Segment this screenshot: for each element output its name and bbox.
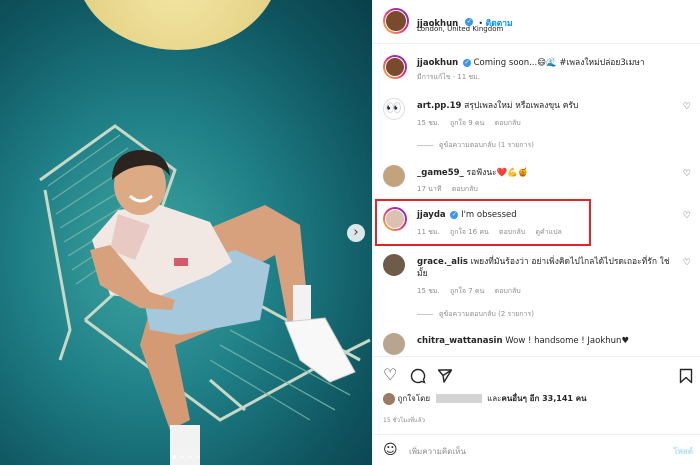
comment-like-heart-icon[interactable]: ♡ — [683, 211, 691, 221]
comment-time[interactable]: 15 ชม. — [417, 119, 440, 127]
post-media[interactable]: › — [0, 0, 372, 465]
commenter-avatar[interactable] — [383, 165, 405, 187]
carousel-dot — [180, 455, 184, 459]
comment-likes[interactable]: ถูกใจ 9 คน — [450, 119, 484, 127]
liker-avatar — [383, 392, 395, 405]
post-comment-button[interactable]: โพสต์ — [673, 445, 693, 458]
likes-prefix: ถูกใจโดย — [397, 394, 431, 403]
author-avatar[interactable] — [383, 55, 407, 79]
reply-button[interactable]: ตอบกลับ — [452, 185, 478, 193]
reply-button[interactable]: ตอบกลับ — [495, 287, 521, 295]
like-heart-icon[interactable]: ♡ — [383, 365, 397, 384]
comment-item: 👀 art.pp.19 สรุปเพลงใหม่ หรือเพลงขุน ครั… — [383, 98, 695, 158]
carousel-dot — [172, 455, 176, 459]
add-comment-input[interactable]: เพิ่มความคิดเห็น — [409, 445, 466, 458]
highlight-box — [375, 199, 591, 246]
likes-middle: และ — [487, 394, 502, 403]
next-image-button[interactable]: › — [347, 224, 365, 242]
comment-time[interactable]: 17 นาที — [417, 185, 441, 193]
comment-like-heart-icon[interactable]: ♡ — [683, 169, 691, 179]
add-comment-row: ☺ เพิ่มความคิดเห็น โพสต์ — [373, 434, 700, 465]
comment-like-heart-icon[interactable]: ♡ — [683, 102, 691, 112]
post-location[interactable]: London, United Kingdom — [417, 25, 503, 33]
comment-username[interactable]: chitra_wattanasin — [417, 336, 503, 346]
comment-item: _game59_ รอฟังนะ❤️💪🍯 17 นาที ตอบกลับ ♡ — [383, 165, 695, 195]
commenter-avatar[interactable]: 👀 — [383, 98, 405, 120]
commenter-avatar[interactable] — [383, 333, 405, 355]
comment-like-heart-icon[interactable]: ♡ — [683, 258, 691, 268]
reply-button[interactable]: ตอบกลับ — [495, 119, 521, 127]
comment-username[interactable]: art.pp.19 — [417, 101, 461, 111]
carousel-dots — [172, 455, 200, 459]
comment-bubble-icon[interactable] — [410, 368, 426, 384]
carousel-dot — [196, 455, 200, 459]
post-header: jjaokhun ✓ • ติดตาม London, United Kingd… — [373, 0, 700, 44]
comment-text: รอฟังนะ❤️💪🍯 — [466, 168, 529, 178]
comment-username[interactable]: _game59_ — [417, 168, 464, 178]
commenter-avatar[interactable] — [383, 254, 405, 276]
view-replies-button[interactable]: ดูข้อความตอบกลับ (1 รายการ) — [417, 140, 534, 151]
post-caption: jjaokhun ✓ Coming soon...😄🌊 #เพลงใหม่ปล่… — [383, 55, 695, 89]
caption-meta: มีการแก้ไข · 11 ชม. — [417, 73, 480, 81]
comment-item: chitra_wattanasin Wow ! handsome ! Jaokh… — [383, 333, 695, 355]
verified-badge-icon: ✓ — [462, 58, 471, 67]
author-avatar[interactable] — [383, 8, 409, 34]
comment-text: สรุปเพลงใหม่ หรือเพลงขุน ครับ — [464, 101, 579, 111]
caption-username[interactable]: jjaokhun — [417, 58, 458, 68]
carousel-dot — [188, 455, 192, 459]
share-paper-plane-icon[interactable] — [437, 368, 453, 384]
caption-text: Coming soon...😄🌊 #เพลงใหม่ปล่อย3เมษา — [473, 58, 645, 68]
likes-others[interactable]: คนอื่นๆ อีก 33,141 คน — [501, 394, 586, 403]
blurred-liker-name — [435, 394, 482, 403]
comment-time[interactable]: 15 ชม. — [417, 287, 440, 295]
comment-username[interactable]: grace._alis — [417, 257, 468, 267]
view-replies-button[interactable]: ดูข้อความตอบกลับ (2 รายการ) — [417, 309, 534, 320]
likes-summary[interactable]: ถูกใจโดย และคนอื่นๆ อีก 33,141 คน — [383, 392, 587, 405]
emoji-icon[interactable]: ☺ — [383, 442, 398, 458]
comment-likes[interactable]: ถูกใจ 7 คน — [450, 287, 484, 295]
bookmark-icon[interactable] — [679, 368, 693, 384]
post-photo — [39, 124, 371, 465]
posted-time[interactable]: 15 ชั่วโมงที่แล้ว — [383, 415, 425, 425]
comment-item: grace._alis เพยงที่มันร้องว่า อย่าเพิ่งค… — [383, 254, 695, 334]
comment-text: Wow ! handsome ! Jaokhun♥ — [505, 336, 630, 346]
post-actions: ♡ — [373, 356, 700, 396]
